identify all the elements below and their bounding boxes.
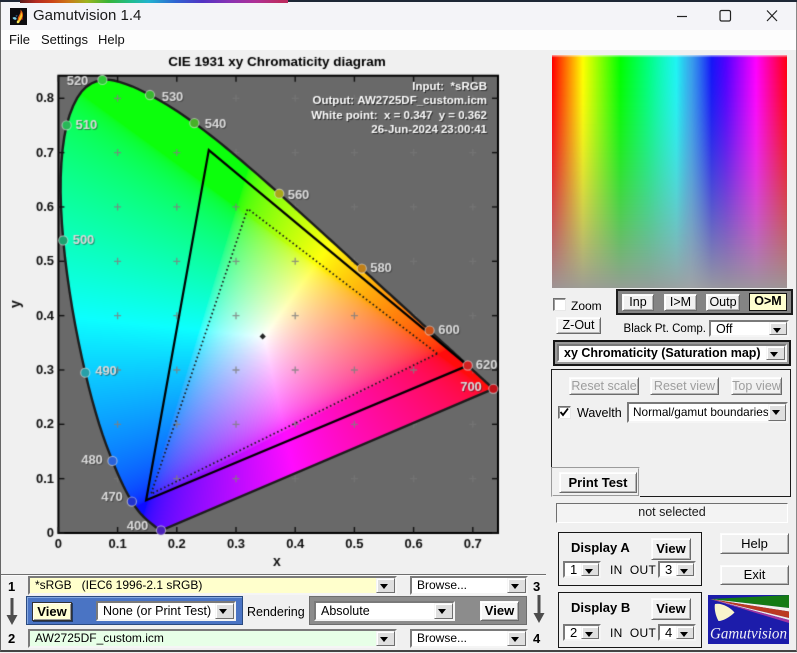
- svg-text:Gamutvision: Gamutvision: [710, 626, 787, 643]
